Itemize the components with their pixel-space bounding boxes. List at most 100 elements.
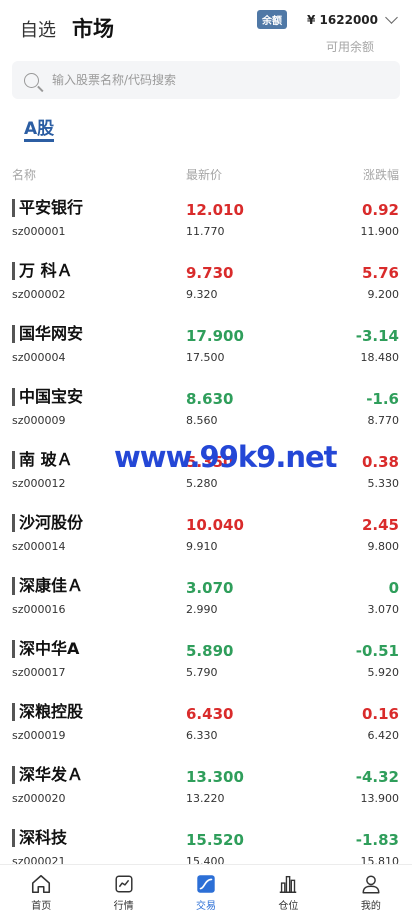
stock-base-price: 5.330 <box>367 477 400 490</box>
stock-name: 沙河股份 <box>12 514 83 532</box>
stock-list: 平安银行 sz000001 12.010 11.770 0.92 11.900 万 科Ａ sz… <box>0 190 412 883</box>
nav-home-label: 首页 <box>31 901 52 912</box>
stock-base-price: 5.920 <box>367 666 400 679</box>
nav-position[interactable]: 仓位 <box>247 865 329 916</box>
stock-price: 9.730 <box>186 264 234 282</box>
stock-code: sz000001 <box>12 225 66 238</box>
stock-code: sz000017 <box>12 666 66 679</box>
stock-name: 南 玻Ａ <box>12 451 73 469</box>
stock-prev-close: 8.560 <box>186 414 218 427</box>
tab-a-shares[interactable]: A股 <box>24 114 54 139</box>
stock-base-price: 3.070 <box>367 603 400 616</box>
stock-change: -3.14 <box>355 327 399 345</box>
tab-market[interactable]: 市场 <box>72 13 114 43</box>
nav-trade[interactable]: 交易 <box>165 865 247 916</box>
stock-row[interactable]: 万 科Ａ sz000002 9.730 9.320 5.76 9.200 <box>0 253 412 316</box>
nav-profile[interactable]: 我的 <box>330 865 412 916</box>
trade-icon <box>197 875 215 893</box>
stock-change: -1.83 <box>355 831 399 849</box>
nav-quotes-label: 行情 <box>113 901 134 912</box>
search-input[interactable] <box>52 73 372 87</box>
stock-prev-close: 6.330 <box>186 729 218 742</box>
stock-name: 万 科Ａ <box>12 262 73 280</box>
stock-prev-close: 11.770 <box>186 225 225 238</box>
stock-base-price: 18.480 <box>360 351 400 364</box>
column-header-price: 最新价 <box>186 168 223 182</box>
stock-code: sz000002 <box>12 288 66 301</box>
stock-base-price: 11.900 <box>360 225 400 238</box>
stock-row[interactable]: 平安银行 sz000001 12.010 11.770 0.92 11.900 <box>0 190 412 253</box>
stock-price: 8.630 <box>186 390 234 408</box>
stock-row[interactable]: 深中华A sz000017 5.890 5.790 -0.51 5.920 <box>0 631 412 694</box>
stock-row[interactable]: 深粮控股 sz000019 6.430 6.330 0.16 6.420 <box>0 694 412 757</box>
stock-base-price: 9.800 <box>367 540 400 553</box>
stock-change: 0 <box>388 579 399 597</box>
stock-name: 深康佳Ａ <box>12 577 83 595</box>
stock-name: 中国宝安 <box>12 388 83 406</box>
stock-change: 2.45 <box>361 516 399 534</box>
stock-prev-close: 13.220 <box>186 792 225 805</box>
stock-name: 深粮控股 <box>12 703 83 721</box>
stock-price: 10.040 <box>186 516 244 534</box>
stock-change: -0.51 <box>355 642 399 660</box>
stock-name: 平安银行 <box>12 199 83 217</box>
chart-icon <box>115 875 133 893</box>
stock-code: sz000019 <box>12 729 66 742</box>
nav-trade-label: 交易 <box>196 901 217 912</box>
stock-change: 5.76 <box>361 264 399 282</box>
stock-code: sz000012 <box>12 477 66 490</box>
balance-badge: 余额 <box>257 10 288 29</box>
column-header-name: 名称 <box>12 168 37 182</box>
chevron-down-icon[interactable] <box>385 11 398 24</box>
balance-label: 可用余额 <box>325 40 374 54</box>
stock-code: sz000009 <box>12 414 66 427</box>
stock-name: 深科技 <box>12 829 67 847</box>
stock-base-price: 6.420 <box>367 729 400 742</box>
profile-icon <box>362 875 380 894</box>
bottom-nav: 首页 行情 交易 仓位 我的 <box>0 864 412 916</box>
stock-prev-close: 9.910 <box>186 540 218 553</box>
stock-price: 3.070 <box>186 579 234 597</box>
stock-code: sz000016 <box>12 603 66 616</box>
stock-row[interactable]: 深康佳Ａ sz000016 3.070 2.990 0 3.070 <box>0 568 412 631</box>
nav-home[interactable]: 首页 <box>0 865 82 916</box>
stock-prev-close: 2.990 <box>186 603 218 616</box>
stock-change: 0.92 <box>361 201 399 219</box>
stock-code: sz000020 <box>12 792 66 805</box>
stock-change: -1.6 <box>366 390 399 408</box>
stock-base-price: 8.770 <box>367 414 400 427</box>
stock-prev-close: 5.790 <box>186 666 218 679</box>
stock-base-price: 9.200 <box>367 288 400 301</box>
stock-name: 深华发Ａ <box>12 766 83 784</box>
stock-price: 5.350 <box>186 453 234 471</box>
header: 自选 市场 余额 ¥ 1622000 可用余额 <box>0 0 412 56</box>
search-bar[interactable] <box>12 61 400 99</box>
stock-row[interactable]: 南 玻Ａ sz000012 5.350 5.280 0.38 5.330 <box>0 442 412 505</box>
stock-price: 12.010 <box>186 201 244 219</box>
nav-position-label: 仓位 <box>278 901 299 912</box>
stock-change: 0.38 <box>361 453 399 471</box>
stock-code: sz000004 <box>12 351 66 364</box>
stock-row[interactable]: 沙河股份 sz000014 10.040 9.910 2.45 9.800 <box>0 505 412 568</box>
stock-change: 0.16 <box>361 705 399 723</box>
stock-code: sz000014 <box>12 540 66 553</box>
balance-panel[interactable]: 余额 ¥ 1622000 可用余额 <box>257 10 398 55</box>
stock-base-price: 13.900 <box>360 792 400 805</box>
stock-row[interactable]: 国华网安 sz000004 17.900 17.500 -3.14 18.480 <box>0 316 412 379</box>
stock-price: 6.430 <box>186 705 234 723</box>
stock-name: 国华网安 <box>12 325 83 343</box>
tab-underline <box>24 139 54 142</box>
stock-row[interactable]: 中国宝安 sz000009 8.630 8.560 -1.6 8.770 <box>0 379 412 442</box>
nav-quotes[interactable]: 行情 <box>82 865 164 916</box>
search-icon <box>24 72 39 88</box>
stock-row[interactable]: 深华发Ａ sz000020 13.300 13.220 -4.32 13.900 <box>0 757 412 820</box>
column-header-change: 涨跌幅 <box>362 168 399 182</box>
stock-prev-close: 5.280 <box>186 477 218 490</box>
stock-name: 深中华A <box>12 640 79 658</box>
stock-price: 17.900 <box>186 327 244 345</box>
balance-amount: ¥ 1622000 <box>307 12 378 27</box>
tab-watchlist[interactable]: 自选 <box>20 16 56 42</box>
stock-change: -4.32 <box>355 768 399 786</box>
stock-price: 15.520 <box>186 831 244 849</box>
position-icon <box>280 875 297 893</box>
